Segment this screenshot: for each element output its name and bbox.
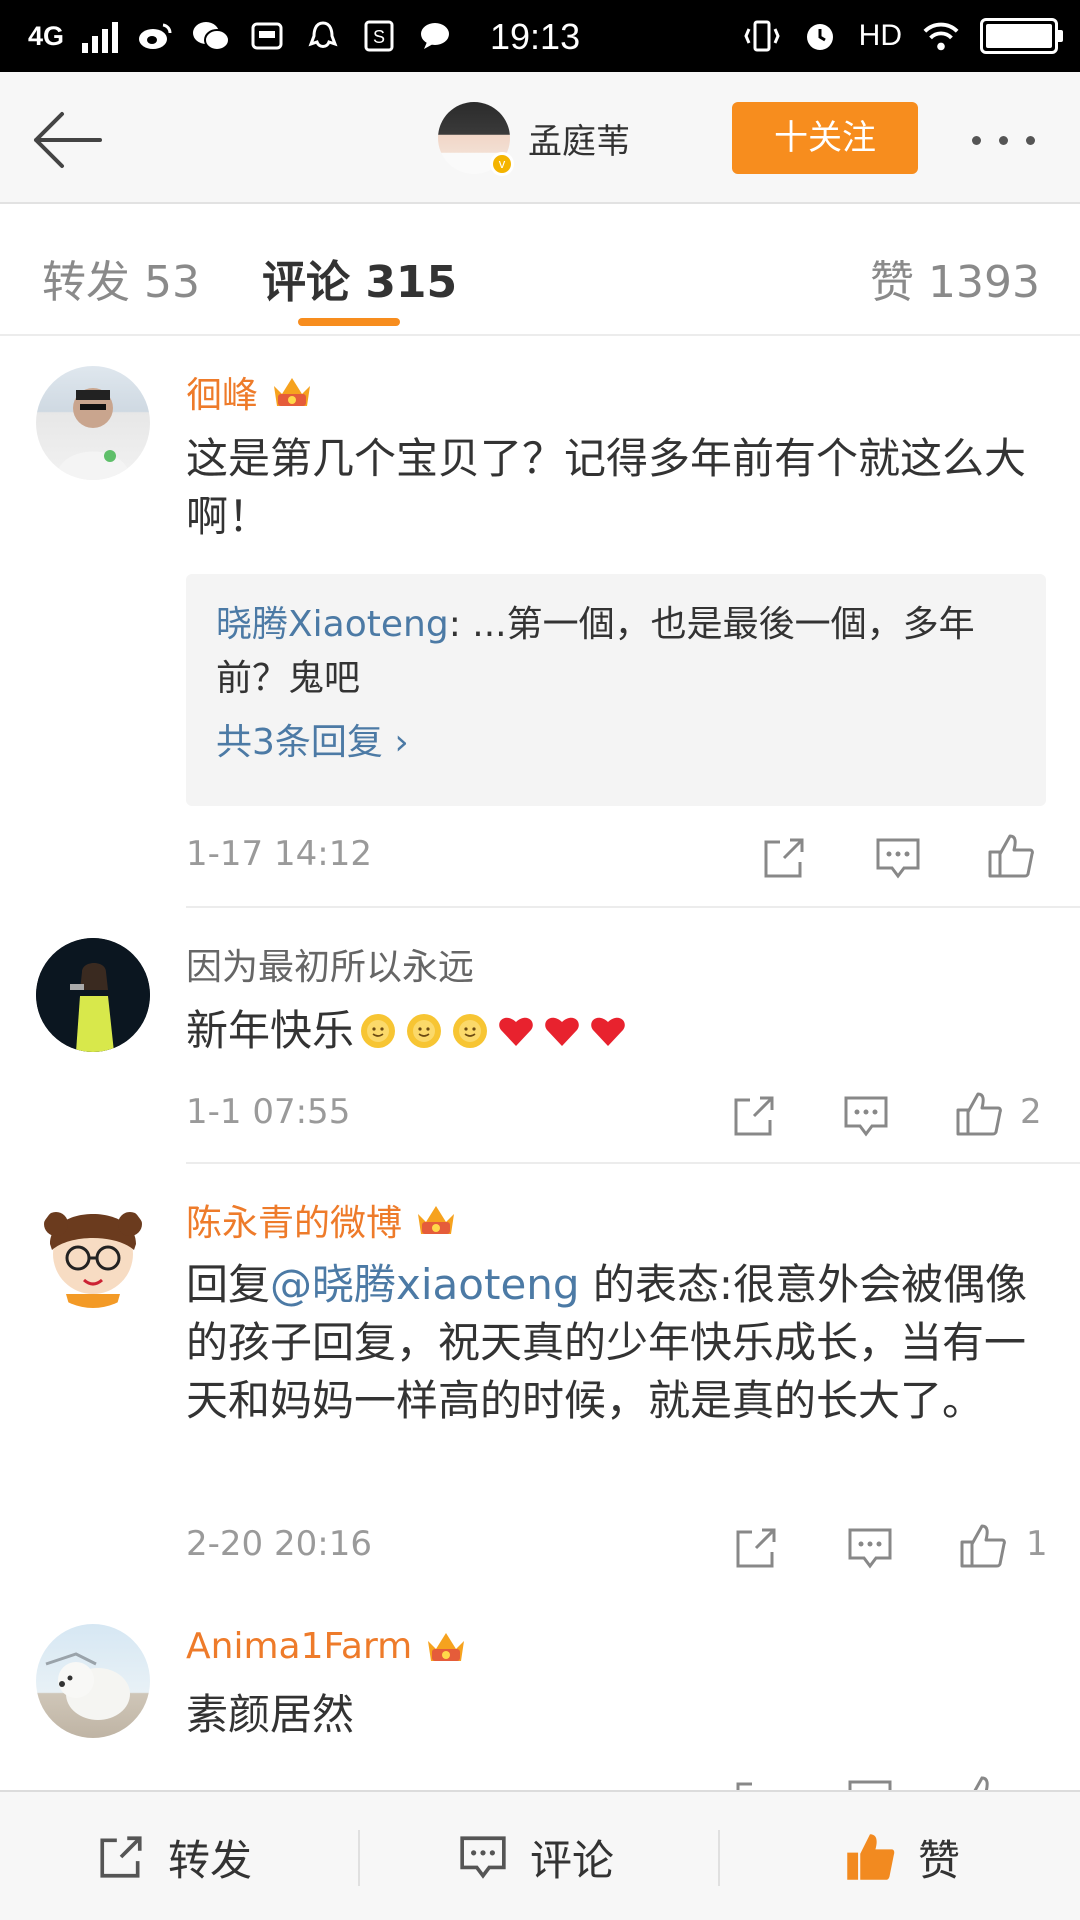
tab-likes[interactable]: 赞 1393 (870, 246, 1040, 310)
vip-crown-icon (418, 1206, 455, 1234)
author-avatar[interactable]: v (438, 102, 514, 176)
reply-preview[interactable]: 晓腾Xiaoteng: ...第一個，也是最後一個，多年前？鬼吧 共3条回复 › (186, 574, 1046, 806)
like-filled-icon (847, 1834, 895, 1880)
mention-link[interactable]: @晓腾xiaoteng (270, 1260, 580, 1309)
follow-button[interactable]: 十关注 (732, 102, 918, 174)
svg-text:S: S (373, 27, 385, 47)
reply-icon[interactable] (874, 834, 922, 882)
comment-item: 因为最初所以永远 新年快乐 1-1 07:55 2 (0, 908, 1080, 1164)
vip-crown-icon (428, 1632, 465, 1661)
signal-icon (82, 19, 119, 53)
like-icon[interactable] (958, 1522, 1006, 1570)
view-replies-link[interactable]: 共3条回复 › (216, 716, 1016, 770)
share-icon[interactable] (732, 1776, 780, 1790)
reply-icon[interactable] (842, 1092, 890, 1140)
tab-bar: 转发 53 评论 315 赞 1393 (0, 206, 1080, 336)
share-icon (100, 1836, 142, 1878)
tab-forward[interactable]: 转发 53 (42, 246, 200, 310)
like-icon[interactable] (958, 1774, 1006, 1790)
more-dots-icon[interactable] (972, 130, 1052, 150)
avatar[interactable] (36, 1194, 150, 1308)
comment-author[interactable]: 陈永青的微博 (186, 1194, 458, 1246)
nav-bar: v 孟庭苇 十关注 (0, 72, 1080, 204)
reply-icon[interactable] (846, 1524, 894, 1572)
divider (718, 1830, 720, 1886)
comment-icon (460, 1836, 506, 1879)
reply-icon[interactable] (846, 1776, 894, 1790)
sun-emoji-icon (407, 1014, 442, 1048)
alarm-icon (801, 17, 839, 55)
game-app-icon (248, 17, 286, 55)
comment-time: 2-20 20:16 (186, 1524, 372, 1564)
share-icon[interactable] (760, 834, 808, 882)
like-count: 1 (1026, 1524, 1048, 1564)
verified-badge-icon: v (490, 152, 514, 176)
share-icon[interactable] (732, 1524, 780, 1572)
comment-item: Anima1Farm 素颜居然 (0, 1604, 1080, 1790)
forward-button[interactable]: 转发 (96, 1792, 252, 1920)
comment-text: 回复@晓腾xiaoteng 的表态:很意外会被偶像的孩子回复，祝天真的少年快乐成… (186, 1260, 1028, 1425)
message-bubble-icon (416, 17, 454, 55)
hd-indicator: HD (858, 19, 902, 52)
wechat-icon (192, 17, 231, 55)
comment-text: 素颜居然 (186, 1690, 355, 1739)
avatar[interactable] (36, 1624, 150, 1738)
divider (358, 1830, 360, 1886)
network-type: 4G (28, 20, 65, 51)
status-bar: 4G S 19:13 HD (0, 0, 1080, 72)
heart-emoji-icon (591, 1017, 625, 1046)
reply-author[interactable]: 晓腾Xiaoteng (216, 604, 449, 645)
heart-emoji-icon (499, 1017, 533, 1046)
forward-label: 转发 (168, 1835, 253, 1885)
qq-icon (304, 17, 342, 55)
like-icon[interactable] (954, 1090, 1002, 1138)
comment-label: 评论 (530, 1835, 615, 1885)
wifi-icon (922, 17, 960, 55)
comment-text: 这是第几个宝贝了？记得多年前有个就这么大啊！ (186, 434, 1027, 541)
comment-button[interactable]: 评论 (458, 1792, 614, 1920)
avatar[interactable] (36, 366, 150, 480)
weibo-icon (136, 17, 174, 55)
comment-text: 新年快乐 (186, 1002, 1046, 1060)
comment-author[interactable]: 徊峰 (186, 366, 314, 418)
share-icon[interactable] (730, 1092, 778, 1140)
author-name[interactable]: 孟庭苇 (528, 114, 630, 163)
author-profile[interactable]: v 孟庭苇 (438, 100, 630, 176)
bottom-action-bar: 转发 评论 赞 (0, 1790, 1080, 1920)
like-label: 赞 (918, 1835, 961, 1885)
tab-comments[interactable]: 评论 315 (262, 246, 457, 310)
sun-emoji-icon (453, 1014, 488, 1048)
avatar[interactable] (36, 938, 150, 1052)
comment-item: 徊峰 这是第几个宝贝了？记得多年前有个就这么大啊！ 晓腾Xiaoteng: ..… (0, 338, 1080, 908)
vibrate-icon (743, 17, 781, 55)
comment-time: 1-17 14:12 (186, 834, 372, 874)
comment-time: 1-1 07:55 (186, 1092, 351, 1132)
heart-emoji-icon (545, 1017, 579, 1046)
comment-author[interactable]: 因为最初所以永远 (186, 938, 474, 990)
emoji-row (358, 1011, 628, 1051)
comment-author[interactable]: Anima1Farm (186, 1626, 468, 1667)
like-icon[interactable] (986, 832, 1034, 880)
like-count: 2 (1020, 1092, 1042, 1132)
vip-crown-icon (274, 378, 311, 406)
battery-icon (980, 18, 1063, 54)
like-button[interactable]: 赞 (844, 1792, 960, 1920)
back-arrow-icon[interactable] (28, 108, 104, 172)
sun-emoji-icon (361, 1014, 396, 1048)
active-tab-indicator (298, 318, 400, 326)
clock: 19:13 (490, 16, 581, 57)
comment-item: 陈永青的微博 回复@晓腾xiaoteng 的表态:很意外会被偶像的孩子回复，祝天… (0, 1164, 1080, 1604)
app-s-icon: S (360, 17, 398, 55)
